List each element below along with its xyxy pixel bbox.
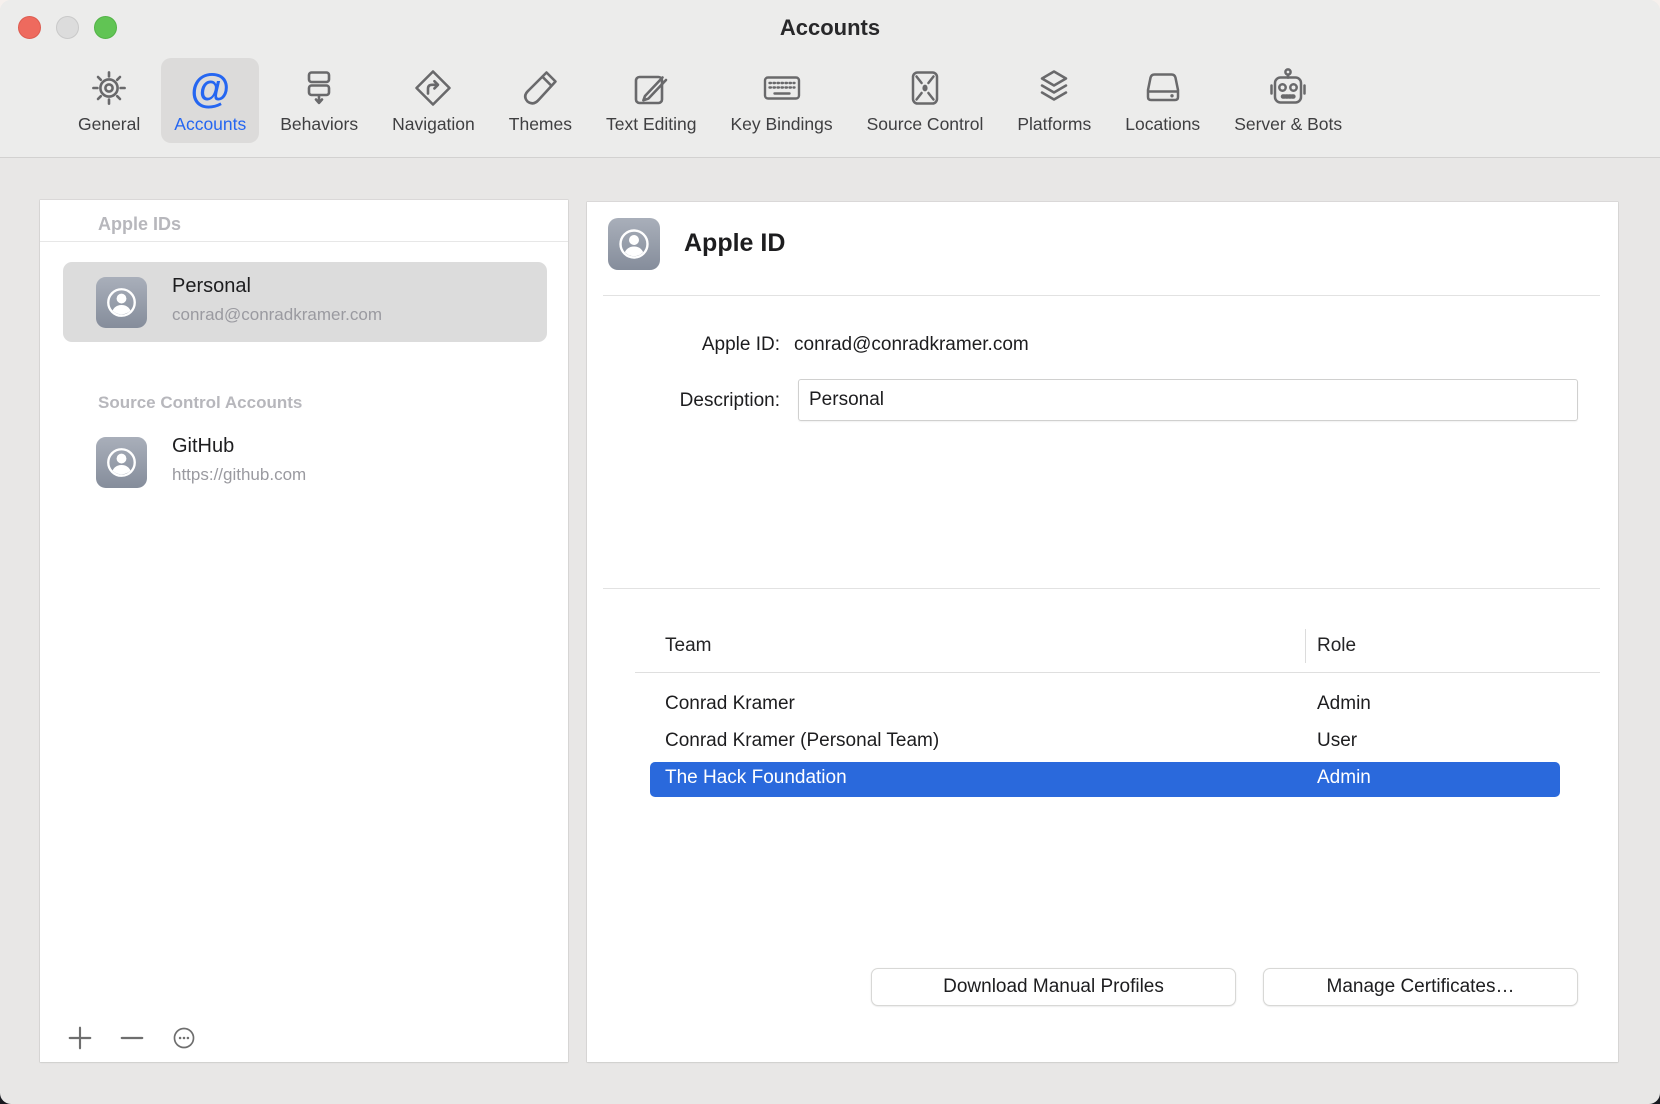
tab-label: Source Control <box>867 114 984 135</box>
apple-id-detail-panel: Apple ID Apple ID: conrad@conradkramer.c… <box>587 202 1618 1062</box>
apple-id-value: conrad@conradkramer.com <box>794 334 1029 356</box>
tab-platforms[interactable]: Platforms <box>1004 58 1104 143</box>
tab-navigation[interactable]: Navigation <box>379 58 488 143</box>
xcode-preferences-window: Accounts General @ Accounts <box>0 0 1660 1104</box>
account-item-github[interactable]: GitHub https://github.com <box>63 427 547 499</box>
account-title: GitHub <box>172 435 234 458</box>
table-row-team[interactable]: Conrad Kramer (Personal Team) <box>665 730 939 752</box>
layers-icon <box>1032 63 1076 113</box>
apple-ids-header: Apple IDs <box>98 214 181 235</box>
person-avatar-icon <box>608 218 660 270</box>
tab-label: Themes <box>509 114 572 135</box>
keyboard-icon <box>760 63 804 113</box>
description-label: Description: <box>587 390 780 412</box>
divider <box>603 295 1600 296</box>
navigation-arrow-diamond-icon <box>411 63 455 113</box>
gear-icon <box>87 63 131 113</box>
table-row-role[interactable]: User <box>1317 730 1357 752</box>
tab-source-control[interactable]: Source Control <box>854 58 997 143</box>
tab-general[interactable]: General <box>65 58 153 143</box>
tab-accounts[interactable]: @ Accounts <box>161 58 259 143</box>
detail-title: Apple ID <box>684 229 785 258</box>
team-column-header[interactable]: Team <box>665 635 711 657</box>
divider <box>603 588 1600 589</box>
plus-icon <box>66 1024 94 1052</box>
tab-key-bindings[interactable]: Key Bindings <box>717 58 845 143</box>
tab-behaviors[interactable]: Behaviors <box>267 58 371 143</box>
tab-label: Navigation <box>392 114 475 135</box>
tab-label: Platforms <box>1017 114 1091 135</box>
tab-label: Text Editing <box>606 114 696 135</box>
sidebar-actions <box>66 1024 198 1052</box>
account-item-personal[interactable]: Personal conrad@conradkramer.com <box>63 262 547 342</box>
account-subtitle: https://github.com <box>172 465 306 485</box>
add-account-button[interactable] <box>66 1024 94 1052</box>
robot-icon <box>1266 63 1310 113</box>
titlebar[interactable]: Accounts <box>0 0 1660 55</box>
ellipsis-circle-icon <box>170 1024 198 1052</box>
manage-certificates-button[interactable]: Manage Certificates… <box>1263 968 1578 1006</box>
tab-label: Behaviors <box>280 114 358 135</box>
pencil-square-icon <box>629 63 673 113</box>
column-separator <box>1305 629 1306 663</box>
tab-locations[interactable]: Locations <box>1112 58 1213 143</box>
table-row-role[interactable]: Admin <box>1317 693 1371 715</box>
at-icon: @ <box>190 63 230 113</box>
role-column-header[interactable]: Role <box>1317 635 1356 657</box>
more-actions-button[interactable] <box>170 1024 198 1052</box>
table-row-role[interactable]: Admin <box>1317 767 1371 789</box>
source-control-accounts-header: Source Control Accounts <box>98 393 302 413</box>
tab-label: General <box>78 114 140 135</box>
source-control-icon <box>903 63 947 113</box>
download-manual-profiles-button[interactable]: Download Manual Profiles <box>871 968 1236 1006</box>
paintbrush-icon <box>518 63 562 113</box>
tab-label: Locations <box>1125 114 1200 135</box>
hard-drive-icon <box>1141 63 1185 113</box>
tab-label: Accounts <box>174 114 246 135</box>
tab-text-editing[interactable]: Text Editing <box>593 58 709 143</box>
preferences-toolbar: General @ Accounts Behaviors <box>65 58 1355 143</box>
minus-icon <box>118 1024 146 1052</box>
table-header-divider <box>635 672 1600 673</box>
account-subtitle: conrad@conradkramer.com <box>172 305 382 325</box>
window-title: Accounts <box>0 0 1660 55</box>
apple-id-label: Apple ID: <box>587 334 780 356</box>
tab-server-bots[interactable]: Server & Bots <box>1221 58 1355 143</box>
remove-account-button[interactable] <box>118 1024 146 1052</box>
table-row-team[interactable]: Conrad Kramer <box>665 693 795 715</box>
person-avatar-icon <box>96 437 147 488</box>
window-chrome: Accounts General @ Accounts <box>0 0 1660 158</box>
tab-label: Key Bindings <box>730 114 832 135</box>
tab-themes[interactable]: Themes <box>496 58 585 143</box>
person-avatar-icon <box>96 277 147 328</box>
accounts-sidebar: Apple IDs Personal conrad@conradkramer.c… <box>40 200 568 1062</box>
divider <box>40 241 568 242</box>
description-input[interactable] <box>798 379 1578 421</box>
behaviors-stack-icon <box>297 63 341 113</box>
account-title: Personal <box>172 275 251 298</box>
tab-label: Server & Bots <box>1234 114 1342 135</box>
table-row-team[interactable]: The Hack Foundation <box>665 767 847 789</box>
